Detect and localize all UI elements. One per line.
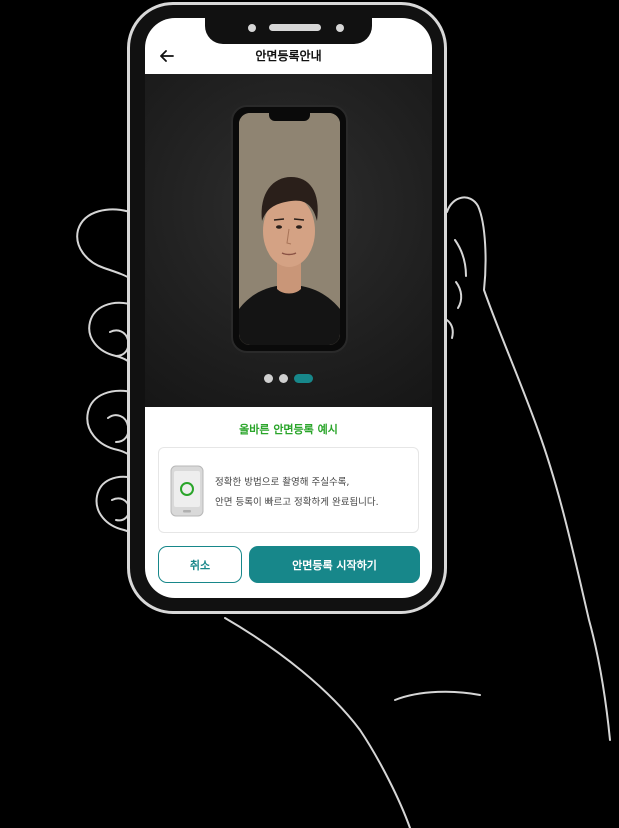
app-header: 안면등록안내 — [145, 40, 432, 74]
speaker-grille — [269, 24, 321, 31]
info-card: 정확한 방법으로 촬영해 주실수록, 안면 등록이 빠르고 정확하게 완료됩니다… — [158, 447, 419, 533]
face-portrait — [239, 113, 340, 345]
example-preview — [145, 74, 432, 407]
example-phone — [231, 105, 348, 353]
example-phone-notch — [269, 113, 310, 121]
page-title: 안면등록안내 — [255, 49, 322, 63]
front-camera-icon — [248, 24, 256, 32]
phone-face-scan-icon — [170, 465, 204, 517]
carousel-dot-3-active[interactable] — [294, 374, 313, 383]
app-screen: 안면등록안내 올바른 안면등록 예시 정확한 방법으로 촬영해 주실수록, 안면… — [145, 18, 432, 598]
carousel-dot-2[interactable] — [279, 374, 288, 383]
info-text-line-1: 정확한 방법으로 촬영해 주실수록, — [215, 477, 350, 488]
carousel-indicator — [145, 374, 432, 384]
section-subtitle: 올바른 안면등록 예시 — [239, 423, 338, 436]
sensor-icon — [336, 24, 344, 32]
cancel-button[interactable]: 취소 — [158, 546, 242, 583]
carousel-dot-1[interactable] — [264, 374, 273, 383]
info-text-line-2: 안면 등록이 빠르고 정확하게 완료됩니다. — [215, 497, 379, 508]
face-example-image — [239, 113, 340, 345]
start-registration-button[interactable]: 안면등록 시작하기 — [249, 546, 420, 583]
